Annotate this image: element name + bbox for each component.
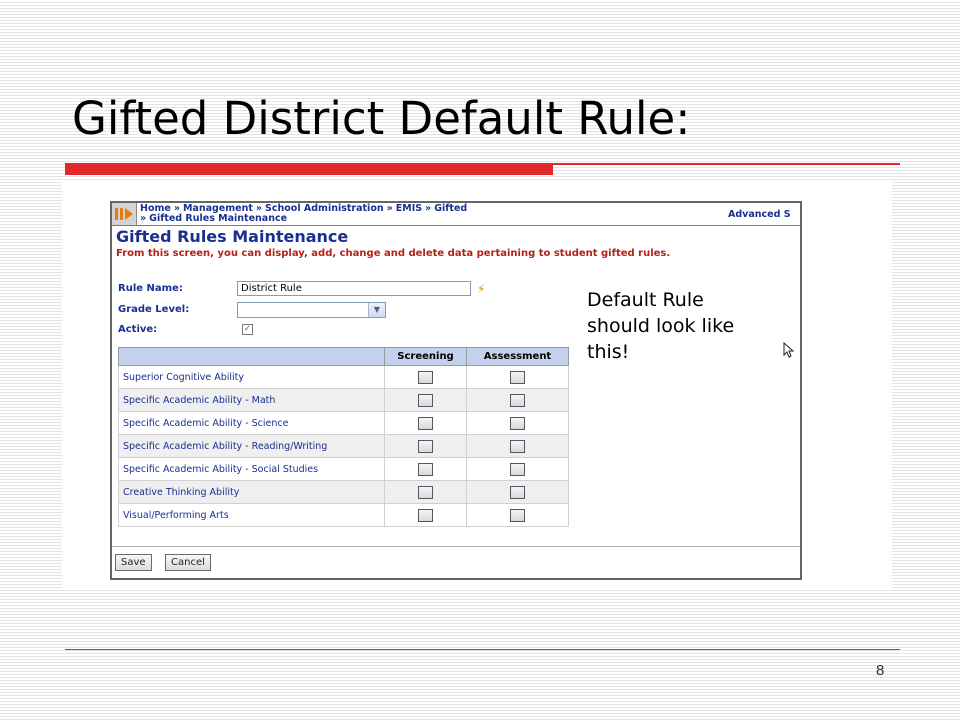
active-checkbox[interactable]: ✓: [242, 324, 253, 335]
ability-name: Specific Academic Ability - Social Studi…: [118, 457, 385, 481]
page-description: From this screen, you can display, add, …: [116, 248, 671, 259]
breadcrumb-separator: »: [425, 203, 432, 214]
checkmark-icon: ✓: [243, 324, 252, 334]
assessment-checkbox[interactable]: [510, 370, 525, 384]
table-row: Creative Thinking Ability: [118, 480, 569, 504]
grade-level-select[interactable]: ▼: [237, 302, 386, 318]
assessment-checkbox[interactable]: [510, 393, 525, 407]
cursor-icon: [783, 342, 795, 358]
breadcrumb: Home» Management» School Administration» EM…: [140, 204, 467, 224]
lightning-icon[interactable]: ⚡: [477, 282, 485, 296]
page-number: 8: [876, 662, 885, 679]
cancel-button[interactable]: Cancel: [165, 554, 211, 571]
breadcrumb-line2: » Gifted Rules Maintenance: [140, 214, 467, 224]
rule-name-label: Rule Name:: [118, 283, 183, 294]
logo-icon[interactable]: [112, 203, 137, 225]
grade-level-label: Grade Level:: [118, 304, 190, 315]
table-row: Specific Academic Ability - Social Studi…: [118, 457, 569, 481]
rule-name-input[interactable]: [237, 281, 471, 296]
note-line: should look like: [587, 315, 735, 337]
screening-checkbox[interactable]: [418, 370, 433, 384]
active-label: Active:: [118, 324, 158, 335]
ability-name: Visual/Performing Arts: [118, 503, 385, 527]
annotation-note: Default Rule should look like this!: [587, 287, 787, 365]
ability-name: Specific Academic Ability - Math: [118, 388, 385, 412]
gifted-rules-table: Screening Assessment Superior Cognitive …: [118, 347, 569, 527]
slide-title: Gifted District Default Rule:: [72, 92, 691, 145]
column-header-screening: Screening: [384, 347, 467, 366]
advanced-search-link[interactable]: Advanced S: [728, 209, 791, 220]
table-row: Specific Academic Ability - Reading/Writ…: [118, 434, 569, 458]
page-heading: Gifted Rules Maintenance: [116, 227, 349, 246]
ability-name: Creative Thinking Ability: [118, 480, 385, 504]
note-line: Default Rule: [587, 289, 704, 311]
screening-checkbox[interactable]: [418, 393, 433, 407]
screening-checkbox[interactable]: [418, 462, 433, 476]
breadcrumb-gifted[interactable]: Gifted: [434, 203, 467, 214]
form-divider: [112, 546, 800, 547]
ability-name: Specific Academic Ability - Science: [118, 411, 385, 435]
table-row: Specific Academic Ability - Science: [118, 411, 569, 435]
breadcrumb-emis[interactable]: EMIS: [396, 203, 422, 214]
screening-checkbox[interactable]: [418, 439, 433, 453]
breadcrumb-separator: »: [386, 203, 393, 214]
column-header-assessment: Assessment: [466, 347, 569, 366]
save-button[interactable]: Save: [115, 554, 152, 571]
breadcrumb-separator: »: [140, 213, 147, 224]
breadcrumb-gifted-rules-maintenance[interactable]: Gifted Rules Maintenance: [149, 213, 287, 224]
assessment-checkbox[interactable]: [510, 439, 525, 453]
column-header-area: [118, 347, 385, 366]
chevron-down-icon[interactable]: ▼: [368, 303, 385, 317]
app-window: Home» Management» School Administration» EM…: [110, 201, 802, 580]
screening-checkbox[interactable]: [418, 485, 433, 499]
title-accent-line: [553, 163, 900, 165]
breadcrumb-bar: Home» Management» School Administration» EM…: [112, 203, 800, 226]
title-accent-bar: [65, 163, 553, 175]
table-row: Specific Academic Ability - Math: [118, 388, 569, 412]
ability-name: Specific Academic Ability - Reading/Writ…: [118, 434, 385, 458]
assessment-checkbox[interactable]: [510, 508, 525, 522]
assessment-checkbox[interactable]: [510, 416, 525, 430]
assessment-checkbox[interactable]: [510, 462, 525, 476]
screening-checkbox[interactable]: [418, 416, 433, 430]
note-line: this!: [587, 341, 630, 363]
table-row: Visual/Performing Arts: [118, 503, 569, 527]
footer-line: [65, 649, 900, 650]
table-row: Superior Cognitive Ability: [118, 365, 569, 389]
screening-checkbox[interactable]: [418, 508, 433, 522]
ability-name: Superior Cognitive Ability: [118, 365, 385, 389]
assessment-checkbox[interactable]: [510, 485, 525, 499]
table-header-row: Screening Assessment: [118, 347, 569, 366]
